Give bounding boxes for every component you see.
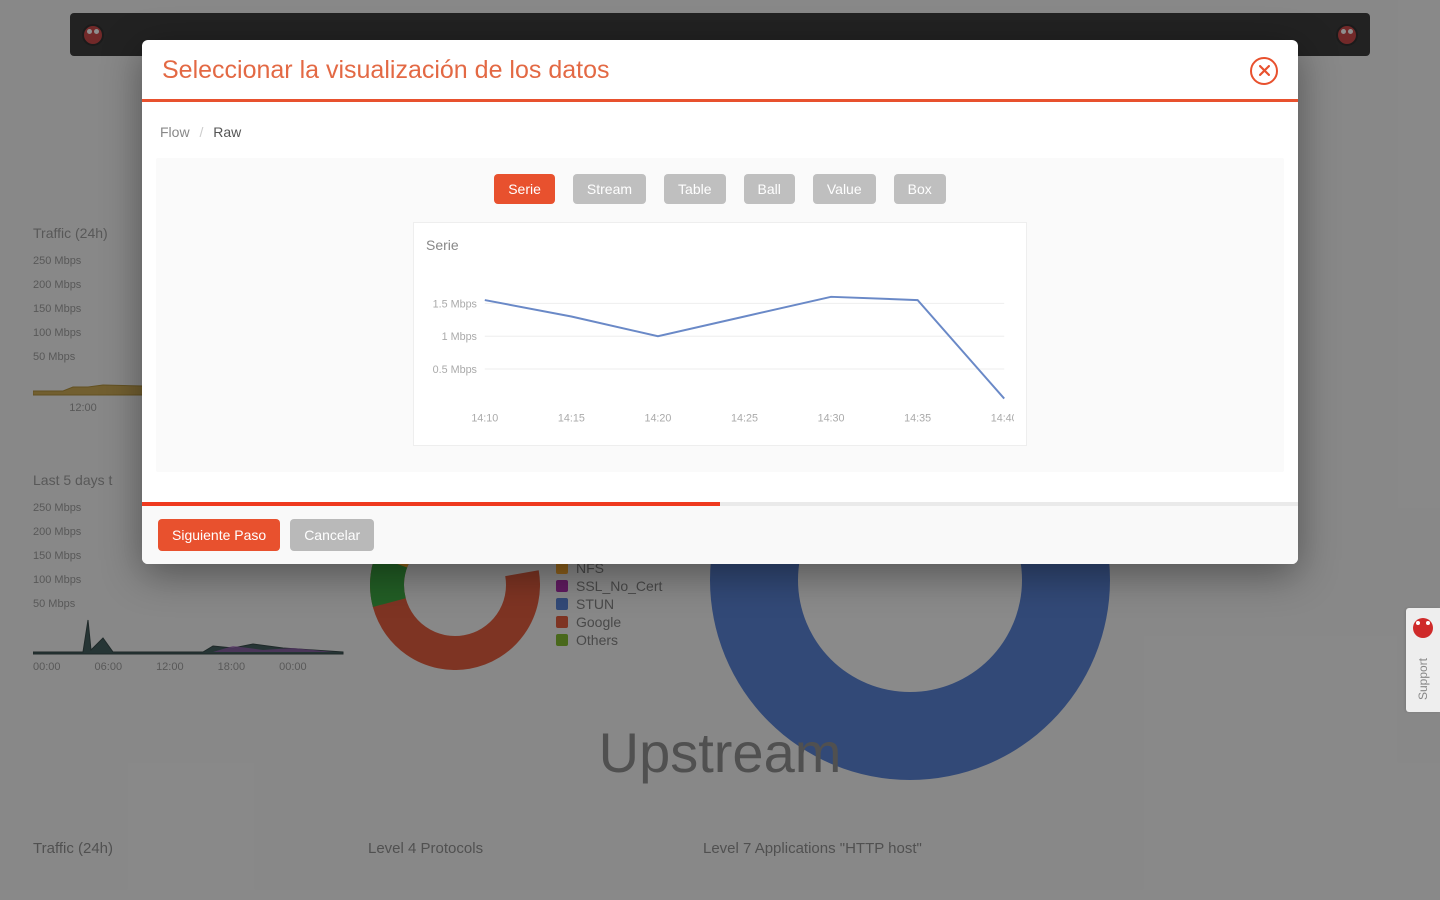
support-tab[interactable]: Support xyxy=(1406,608,1440,712)
modal-header: Seleccionar la visualización de los dato… xyxy=(142,40,1298,102)
svg-text:14:30: 14:30 xyxy=(818,412,845,424)
modal-title: Seleccionar la visualización de los dato… xyxy=(162,56,609,85)
breadcrumb: Flow / Raw xyxy=(156,124,1284,158)
breadcrumb-item-flow[interactable]: Flow xyxy=(160,124,190,140)
modal-body: Flow / Raw Serie Stream Table Ball Value… xyxy=(142,102,1298,502)
close-icon xyxy=(1259,65,1270,76)
viz-selection-modal: Seleccionar la visualización de los dato… xyxy=(142,40,1298,564)
viz-tab-table[interactable]: Table xyxy=(664,174,725,204)
svg-text:14:25: 14:25 xyxy=(731,412,758,424)
close-button[interactable] xyxy=(1250,57,1278,85)
svg-text:0.5 Mbps: 0.5 Mbps xyxy=(433,364,477,376)
series-line-chart: 0.5 Mbps 1 Mbps 1.5 Mbps 14:10 14:15 14:20 14:… xyxy=(426,261,1014,431)
cancel-button[interactable]: Cancelar xyxy=(290,519,374,551)
viz-tab-serie[interactable]: Serie xyxy=(494,174,555,204)
viz-tab-box[interactable]: Box xyxy=(894,174,946,204)
viz-tab-value[interactable]: Value xyxy=(813,174,876,204)
chart-preview-card: Serie 0.5 Mbps 1 Mbps 1.5 Mbps 14:10 14:15 14… xyxy=(413,222,1027,446)
svg-text:1.5 Mbps: 1.5 Mbps xyxy=(433,298,477,310)
viz-tabs: Serie Stream Table Ball Value Box xyxy=(156,174,1284,204)
breadcrumb-separator: / xyxy=(199,124,203,140)
alert-icon xyxy=(1413,618,1433,638)
svg-text:14:35: 14:35 xyxy=(904,412,931,424)
support-label: Support xyxy=(1416,658,1430,700)
svg-text:14:40: 14:40 xyxy=(991,412,1014,424)
breadcrumb-item-raw: Raw xyxy=(213,124,241,140)
svg-text:1 Mbps: 1 Mbps xyxy=(442,331,477,343)
preview-panel: Serie Stream Table Ball Value Box Serie … xyxy=(156,158,1284,472)
next-step-button[interactable]: Siguiente Paso xyxy=(158,519,280,551)
viz-tab-stream[interactable]: Stream xyxy=(573,174,646,204)
svg-text:14:15: 14:15 xyxy=(558,412,585,424)
svg-text:14:10: 14:10 xyxy=(471,412,498,424)
modal-progress xyxy=(142,502,1298,506)
viz-tab-ball[interactable]: Ball xyxy=(744,174,795,204)
svg-text:14:20: 14:20 xyxy=(644,412,671,424)
modal-footer: Siguiente Paso Cancelar xyxy=(142,506,1298,564)
chart-title: Serie xyxy=(426,237,1014,253)
